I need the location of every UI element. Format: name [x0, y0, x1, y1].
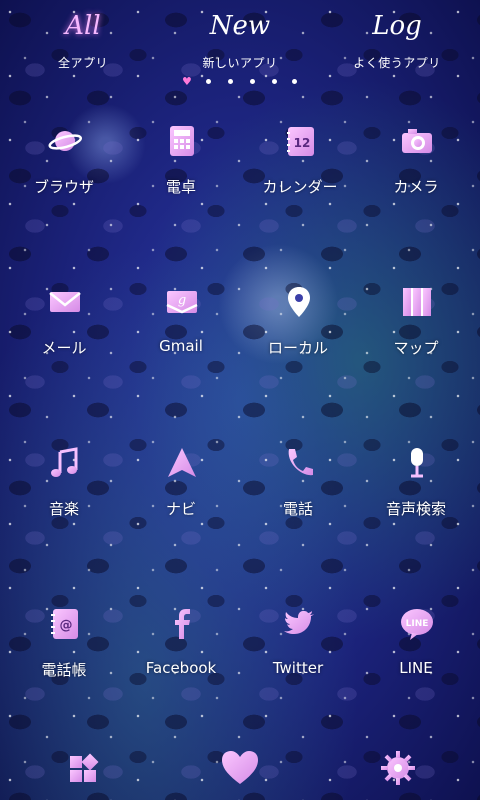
heart-icon — [222, 751, 258, 784]
app-phone[interactable]: 電話 — [238, 446, 358, 556]
app-drawer-heart-button[interactable] — [220, 748, 260, 788]
widgets-icon — [70, 753, 99, 782]
app-camera[interactable]: カメラ — [356, 124, 476, 234]
music-note-icon — [48, 446, 82, 480]
app-label: ローカル — [267, 339, 328, 357]
page-indicator-current-heart-icon: ♥ — [182, 75, 192, 88]
map-icon — [400, 285, 434, 319]
planet-icon — [48, 124, 82, 158]
app-label: 電話 — [282, 500, 313, 518]
app-label: カメラ — [393, 178, 439, 196]
tab-new[interactable]: New 新しいアプリ — [180, 8, 300, 71]
widgets-button[interactable] — [64, 748, 104, 788]
page-indicator-dot — [250, 79, 255, 84]
camera-icon — [400, 124, 434, 158]
tab-header: All 全アプリ New 新しいアプリ Log よく使うアプリ — [0, 0, 480, 80]
svg-text:g: g — [178, 293, 186, 308]
app-label: Gmail — [159, 337, 203, 355]
svg-text:@: @ — [60, 618, 73, 633]
settings-button[interactable] — [378, 748, 418, 788]
app-label: 音楽 — [48, 500, 79, 518]
calendar-icon: 12 — [284, 124, 318, 158]
gmail-icon: g — [165, 285, 199, 319]
tab-new-script-title: New — [209, 11, 271, 41]
app-label: メール — [41, 339, 87, 357]
page-indicator-dot — [272, 79, 277, 84]
app-label: LINE — [399, 659, 433, 677]
phone-icon — [282, 446, 316, 480]
line-icon-text: LINE — [406, 619, 429, 629]
tab-all-script-title: All — [65, 11, 101, 41]
app-local[interactable]: ローカル — [238, 285, 358, 395]
app-label: ナビ — [165, 500, 196, 518]
app-twitter[interactable]: Twitter — [238, 607, 358, 717]
app-browser[interactable]: ブラウザ — [4, 124, 124, 234]
page-indicator: ♥ — [182, 76, 300, 88]
page-indicator-dot — [206, 79, 211, 84]
navigation-arrow-icon — [165, 446, 199, 480]
app-gmail[interactable]: g Gmail — [121, 285, 241, 395]
app-calculator[interactable]: 電卓 — [121, 124, 241, 234]
tab-new-label: 新しいアプリ — [202, 56, 278, 70]
tab-log[interactable]: Log よく使うアプリ — [337, 8, 457, 71]
app-music[interactable]: 音楽 — [4, 446, 124, 556]
line-icon: LINE — [400, 607, 434, 641]
app-label: カレンダー — [262, 178, 338, 196]
tab-log-script-title: Log — [372, 11, 422, 41]
location-pin-icon — [282, 285, 316, 319]
app-label: Facebook — [145, 659, 217, 677]
app-label: ブラウザ — [33, 178, 94, 196]
app-label: 電話帳 — [41, 661, 87, 679]
page-indicator-dot — [228, 79, 233, 84]
app-calendar[interactable]: 12 カレンダー — [240, 124, 360, 234]
twitter-bird-icon — [282, 607, 316, 641]
calculator-icon — [165, 124, 199, 158]
app-voice-search[interactable]: 音声検索 — [356, 446, 476, 556]
tab-log-label: よく使うアプリ — [353, 56, 441, 70]
mail-icon — [48, 285, 82, 319]
app-mail[interactable]: メール — [4, 285, 124, 395]
app-label: 音声検索 — [385, 500, 446, 518]
app-contacts[interactable]: @ 電話帳 — [4, 607, 124, 717]
app-label: 電卓 — [165, 178, 196, 196]
app-line[interactable]: LINE LINE — [356, 607, 476, 717]
page-indicator-dot — [292, 79, 297, 84]
app-label: Twitter — [272, 659, 324, 677]
settings-gear-icon — [381, 751, 415, 785]
tab-all-label: 全アプリ — [57, 56, 108, 70]
calendar-icon-number: 12 — [294, 136, 311, 150]
tab-all[interactable]: All 全アプリ — [23, 8, 143, 71]
contacts-book-icon: @ — [48, 607, 82, 641]
app-navi[interactable]: ナビ — [121, 446, 241, 556]
app-label: マップ — [393, 339, 439, 357]
app-facebook[interactable]: Facebook — [121, 607, 241, 717]
facebook-icon — [165, 607, 199, 641]
microphone-icon — [400, 446, 434, 480]
app-map[interactable]: マップ — [356, 285, 476, 395]
